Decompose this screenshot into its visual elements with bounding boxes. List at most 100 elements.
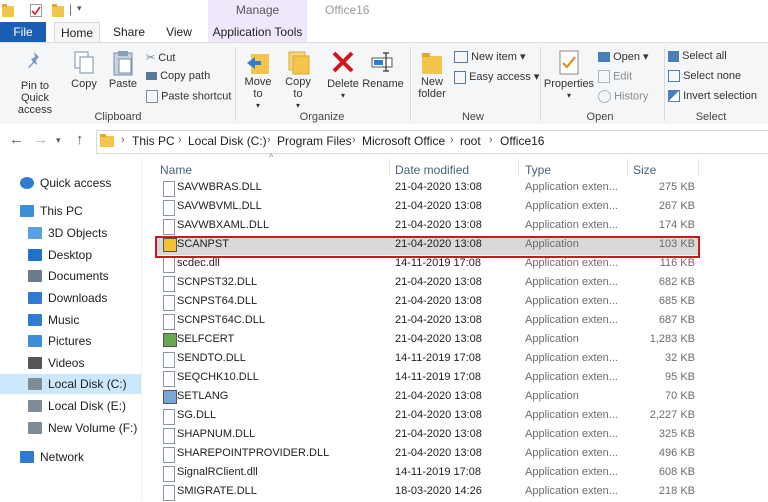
tab-view[interactable]: View [158, 22, 200, 42]
file-row[interactable]: SETLANG 21-04-2020 13:08 Application 70 KB [155, 388, 698, 407]
tab-share[interactable]: Share [108, 22, 150, 42]
recent-locations-chevron-icon[interactable]: ▾ [56, 135, 61, 146]
history-button[interactable]: History [598, 90, 648, 103]
up-arrow-icon[interactable]: ↑ [76, 131, 84, 148]
dll-file-icon [163, 200, 175, 216]
file-row[interactable]: SMIGRATE.DLL 18-03-2020 14:26 Application … [155, 483, 698, 502]
select-none-button[interactable]: Select none [668, 70, 741, 83]
easy-access-icon [454, 70, 466, 84]
column-header-size[interactable]: Size [633, 163, 656, 177]
cut-button[interactable]: ✂ Cut [146, 51, 175, 64]
sidebar-item-quick-access[interactable]: Quick access [0, 173, 141, 193]
cell-size: 325 KB [658, 428, 695, 440]
navigation-pane-scrollbar[interactable] [141, 157, 142, 500]
back-arrow-icon[interactable]: ← [9, 131, 24, 148]
sidebar-item-this-pc[interactable]: This PC [0, 201, 141, 221]
cell-name: SAVWBXAML.DLL [177, 219, 270, 231]
sidebar-item-desktop[interactable]: Desktop [0, 245, 141, 265]
sidebar-item-label: Documents [48, 269, 109, 283]
tab-file[interactable]: File [0, 22, 46, 42]
cell-date: 14-11-2019 17:08 [395, 466, 482, 478]
sidebar-item-local-disk-e[interactable]: Local Disk (E:) [0, 396, 141, 416]
copy-button[interactable]: Copy [68, 50, 100, 90]
file-row[interactable]: SCNPST32.DLL 21-04-2020 13:08 Application … [155, 274, 698, 293]
forward-arrow-icon[interactable]: → [33, 131, 48, 148]
new-item-icon [454, 51, 468, 64]
tab-application-tools[interactable]: Application Tools [208, 22, 307, 42]
column-divider[interactable] [627, 159, 628, 176]
move-to-button[interactable]: Move to ▾ [241, 50, 275, 112]
dll-file-icon [163, 219, 175, 235]
sidebar-item-label: New Volume (F:) [48, 421, 138, 435]
copy-to-button[interactable]: Copy to ▾ [281, 50, 315, 112]
paste-shortcut-button[interactable]: Paste shortcut [146, 90, 231, 103]
file-row[interactable]: SHAPNUM.DLL 21-04-2020 13:08 Application e… [155, 426, 698, 445]
breadcrumb-local-disk-c[interactable]: Local Disk (C:) [188, 134, 267, 148]
rename-label: Rename [362, 78, 404, 90]
sidebar-item-videos[interactable]: Videos [0, 353, 141, 373]
file-row[interactable]: SCNPST64C.DLL 21-04-2020 13:08 Application… [155, 312, 698, 331]
cell-type: Application exten... [525, 181, 618, 193]
breadcrumb-separator: › [267, 134, 271, 146]
column-header-name[interactable]: Name [160, 163, 192, 177]
breadcrumb-this-pc[interactable]: This PC [132, 134, 175, 148]
properties-chevron: ▾ [566, 91, 571, 100]
sidebar-item-new-volume-f[interactable]: New Volume (F:) [0, 418, 141, 438]
properties-button[interactable]: Properties ▾ [543, 50, 595, 102]
new-group-label: New [461, 111, 484, 123]
highlight-annotation-box [155, 236, 700, 258]
delete-button[interactable]: Delete ▾ [324, 50, 362, 102]
invert-selection-button[interactable]: Invert selection [668, 90, 757, 103]
file-row[interactable]: SignalRClient.dll 14-11-2019 17:08 Applica… [155, 464, 698, 483]
cell-date: 21-04-2020 13:08 [395, 181, 482, 193]
sidebar-item-local-disk-c[interactable]: Local Disk (C:) [0, 374, 141, 394]
cell-date: 21-04-2020 13:08 [395, 314, 482, 326]
select-all-label: Select all [682, 50, 727, 62]
sidebar-item-documents[interactable]: Documents [0, 266, 141, 286]
file-row[interactable]: SAVWBVML.DLL 21-04-2020 13:08 Application … [155, 198, 698, 217]
copy-path-button[interactable]: Copy path [146, 70, 210, 82]
column-divider[interactable] [389, 159, 390, 176]
pin-to-quick-access-button[interactable]: Pin to Quick access [4, 50, 66, 116]
copy-path-icon [146, 72, 157, 81]
file-row[interactable]: SENDTO.DLL 14-11-2019 17:08 Application ex… [155, 350, 698, 369]
customize-qa-icon[interactable]: ▾ [77, 3, 82, 14]
breadcrumb-office16[interactable]: Office16 [500, 134, 544, 148]
new-folder-icon[interactable] [52, 4, 64, 17]
download-icon [28, 292, 42, 304]
breadcrumb-microsoft-office[interactable]: Microsoft Office [362, 134, 445, 148]
ribbon-separator [410, 47, 411, 121]
edit-button[interactable]: Edit [598, 70, 632, 83]
breadcrumb-root[interactable]: root [460, 134, 481, 148]
ribbon-separator [540, 47, 541, 121]
column-divider[interactable] [518, 159, 519, 176]
file-row[interactable]: SHAREPOINTPROVIDER.DLL 21-04-2020 13:08 Ap… [155, 445, 698, 464]
file-row[interactable]: SEQCHK10.DLL 14-11-2019 17:08 Application … [155, 369, 698, 388]
paste-button[interactable]: Paste [106, 50, 140, 90]
new-folder-button[interactable]: New folder [414, 50, 450, 100]
sidebar-item-music[interactable]: Music [0, 310, 141, 330]
sidebar-item-downloads[interactable]: Downloads [0, 288, 141, 308]
breadcrumb-program-files[interactable]: Program Files [277, 134, 352, 148]
rename-button[interactable]: Rename [362, 50, 404, 90]
sidebar-item-pictures[interactable]: Pictures [0, 331, 141, 351]
open-button[interactable]: Open ▾ [598, 50, 649, 63]
properties-check-icon[interactable] [30, 4, 42, 17]
column-divider[interactable] [698, 159, 699, 176]
file-row[interactable]: SELFCERT 21-04-2020 13:08 Application 1,283… [155, 331, 698, 350]
file-row[interactable]: SG.DLL 21-04-2020 13:08 Application exten.… [155, 407, 698, 426]
column-header-date-modified[interactable]: Date modified [395, 163, 469, 177]
select-all-button[interactable]: Select all [668, 50, 727, 62]
paste-shortcut-icon [146, 90, 158, 103]
sidebar-item-network[interactable]: Network [0, 447, 141, 467]
tab-home[interactable]: Home [54, 22, 100, 43]
file-row[interactable]: SAVWBXAML.DLL 21-04-2020 13:08 Application… [155, 217, 698, 236]
copy-label: Copy [71, 78, 97, 90]
sidebar-item-3d-objects[interactable]: 3D Objects [0, 223, 141, 243]
file-row[interactable]: SCNPST64.DLL 21-04-2020 13:08 Application … [155, 293, 698, 312]
easy-access-button[interactable]: Easy access ▾ [454, 70, 539, 84]
column-header-type[interactable]: Type [525, 163, 551, 177]
new-item-button[interactable]: New item ▾ [454, 50, 525, 64]
cell-type: Application exten... [525, 428, 618, 440]
file-row[interactable]: SAVWBRAS.DLL 21-04-2020 13:08 Application … [155, 179, 698, 198]
